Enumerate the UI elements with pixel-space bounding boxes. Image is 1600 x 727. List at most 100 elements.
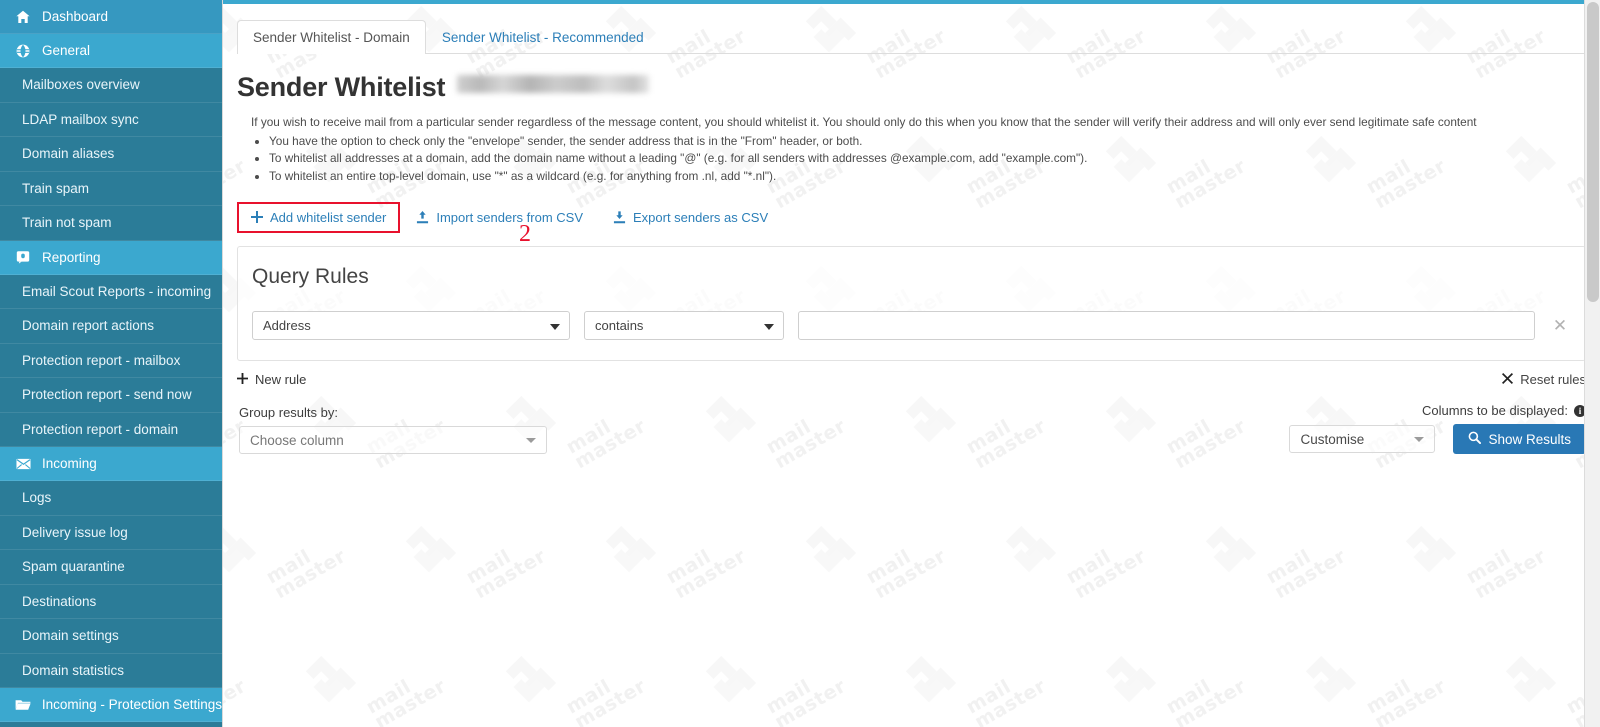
app-root: mail mastermail mastermail mastermail ma… — [0, 0, 1600, 727]
chevron-down-icon — [526, 438, 536, 443]
sidebar-item-email-scout-reports-incoming[interactable]: Email Scout Reports - incoming — [0, 274, 222, 309]
query-rule-row: Address contains ✕ — [252, 311, 1571, 340]
sidebar-item-train-not-spam[interactable]: Train not spam — [0, 206, 222, 241]
group-results-select[interactable]: Choose column — [239, 426, 547, 454]
sidebar-item-label: Email Scout Reports - incoming — [22, 283, 212, 299]
upload-icon — [416, 210, 429, 224]
sidebar-item-label: Domain aliases — [22, 146, 115, 162]
sidebar-item-label: General — [42, 43, 91, 58]
sidebar-item-delivery-issue-log[interactable]: Delivery issue log — [0, 515, 222, 550]
sidebar-navigation: Dashboard General Mailboxes overview LDAP m… — [0, 0, 222, 727]
add-whitelist-sender-label: Add whitelist sender — [270, 209, 387, 225]
rule-operator-select[interactable]: contains — [584, 311, 784, 340]
add-whitelist-sender-button[interactable]: Add whitelist sender — [251, 210, 386, 225]
folder-icon — [14, 698, 32, 711]
sidebar-item-dashboard[interactable]: Dashboard — [0, 0, 222, 34]
intro-bullet: To whitelist all addresses at a domain, … — [269, 150, 1561, 167]
top-accent-bar — [223, 0, 1600, 4]
sidebar-item-label: Train not spam — [22, 215, 112, 231]
tab-bar: Sender Whitelist - Domain Sender Whitelis… — [237, 10, 1586, 54]
import-senders-label: Import senders from CSV — [436, 209, 583, 225]
export-senders-button[interactable]: Export senders as CSV — [613, 210, 768, 225]
columns-and-search-controls: Columns to be displayed: i Customise Sho… — [1289, 403, 1586, 454]
export-senders-label: Export senders as CSV — [633, 209, 769, 225]
intro-paragraph: If you wish to receive mail from a parti… — [251, 115, 1477, 129]
plus-icon — [251, 211, 263, 223]
show-results-button[interactable]: Show Results — [1453, 424, 1586, 454]
download-icon — [613, 210, 626, 224]
sidebar-item-reporting[interactable]: Reporting — [0, 240, 222, 275]
scrollbar-thumb[interactable] — [1587, 2, 1599, 302]
group-results-control: Group results by: Choose column — [239, 405, 547, 454]
columns-value: Customise — [1300, 431, 1365, 447]
new-rule-button[interactable]: New rule — [237, 372, 306, 387]
sidebar-item-spam-quarantine[interactable]: Spam quarantine — [0, 550, 222, 585]
columns-label: Columns to be displayed: — [1422, 403, 1568, 418]
sidebar-item-protection-report-send-now[interactable]: Protection report - send now — [0, 378, 222, 413]
rule-field-select[interactable]: Address — [252, 311, 570, 340]
intro-bullet: You have the option to check only the "e… — [269, 133, 1561, 150]
sidebar-item-label: Incoming — [42, 456, 97, 471]
intro-bullet: To whitelist an entire top-level domain,… — [269, 168, 1561, 185]
sidebar-item-label: Dashboard — [42, 9, 109, 24]
content-area: Sender Whitelist - Domain Sender Whitelis… — [223, 10, 1600, 454]
rule-value-input[interactable] — [798, 311, 1535, 340]
query-rules-panel: Query Rules Address contains ✕ — [237, 246, 1586, 361]
show-results-label: Show Results — [1488, 431, 1571, 447]
tab-sender-whitelist-domain[interactable]: Sender Whitelist - Domain — [237, 20, 426, 54]
sidebar-item-label: Protection report - send now — [22, 387, 192, 403]
sidebar-item-destinations[interactable]: Destinations — [0, 584, 222, 619]
group-results-label: Group results by: — [239, 405, 338, 420]
sidebar-item-mailboxes-overview[interactable]: Mailboxes overview — [0, 68, 222, 103]
sidebar-item-domain-report-actions[interactable]: Domain report actions — [0, 309, 222, 344]
envelope-icon — [14, 458, 32, 470]
intro-bullet-list: You have the option to check only the "e… — [269, 133, 1561, 185]
tab-label: Sender Whitelist - Recommended — [441, 30, 644, 45]
sidebar-item-domain-aliases[interactable]: Domain aliases — [0, 137, 222, 172]
sidebar-item-label: Incoming - Protection Settings — [41, 697, 222, 712]
action-link-row: Add whitelist sender Import senders from… — [237, 201, 1600, 233]
cross-icon — [1502, 372, 1514, 387]
sidebar-item-protection-report-domain[interactable]: Protection report - domain — [0, 412, 222, 447]
chevron-down-icon — [764, 323, 774, 330]
import-senders-button[interactable]: Import senders from CSV — [416, 210, 583, 225]
group-results-value: Choose column — [250, 432, 344, 448]
remove-rule-icon[interactable]: ✕ — [1549, 317, 1571, 334]
sidebar-item-label: Destinations — [22, 593, 97, 609]
page-title: Sender Whitelist — [237, 72, 446, 102]
sidebar-item-label: LDAP mailbox sync — [22, 111, 139, 127]
add-whitelist-sender-highlight-box: Add whitelist sender — [237, 201, 401, 233]
rule-field-value: Address — [263, 318, 311, 333]
sidebar-item-label: Reporting — [42, 249, 101, 265]
query-rules-footer: New rule Reset rules — [237, 372, 1586, 387]
new-rule-label: New rule — [255, 372, 307, 387]
query-rules-title: Query Rules — [252, 265, 369, 288]
sidebar-item-general[interactable]: General — [0, 34, 222, 68]
vertical-scrollbar[interactable] — [1584, 0, 1600, 727]
sidebar-item-train-spam[interactable]: Train spam — [0, 171, 222, 206]
tab-label: Sender Whitelist - Domain — [253, 30, 410, 45]
sidebar-item-label: Train spam — [22, 180, 90, 196]
sidebar-item-label: Delivery issue log — [22, 524, 128, 540]
rule-operator-value: contains — [595, 318, 644, 333]
sidebar-item-domain-statistics[interactable]: Domain statistics — [0, 653, 222, 688]
sidebar-item-domain-settings[interactable]: Domain settings — [0, 619, 222, 654]
report-icon — [14, 250, 32, 264]
sidebar-item-logs[interactable]: Logs — [0, 481, 222, 516]
sidebar-item-label: Domain report actions — [22, 318, 155, 334]
sidebar-item-incoming-protection-settings[interactable]: Incoming - Protection Settings — [0, 688, 222, 722]
sidebar-item-incoming[interactable]: Incoming — [0, 447, 222, 481]
chevron-down-icon — [550, 323, 560, 330]
sidebar-item-ldap-mailbox-sync[interactable]: LDAP mailbox sync — [0, 102, 222, 137]
reset-rules-button[interactable]: Reset rules — [1502, 372, 1586, 387]
sidebar-item-label: Spam quarantine — [22, 559, 125, 575]
columns-select[interactable]: Customise — [1289, 425, 1436, 453]
sidebar-item-label: Domain statistics — [22, 662, 125, 678]
sidebar-item-label: Mailboxes overview — [22, 77, 140, 93]
search-icon — [1468, 431, 1482, 447]
sidebar-item-protection-report-mailbox[interactable]: Protection report - mailbox — [0, 343, 222, 378]
sidebar-item-label: Logs — [22, 490, 52, 506]
plus-icon — [237, 372, 248, 387]
columns-label-row: Columns to be displayed: i — [1422, 403, 1586, 418]
tab-sender-whitelist-recommended[interactable]: Sender Whitelist - Recommended — [426, 20, 660, 54]
